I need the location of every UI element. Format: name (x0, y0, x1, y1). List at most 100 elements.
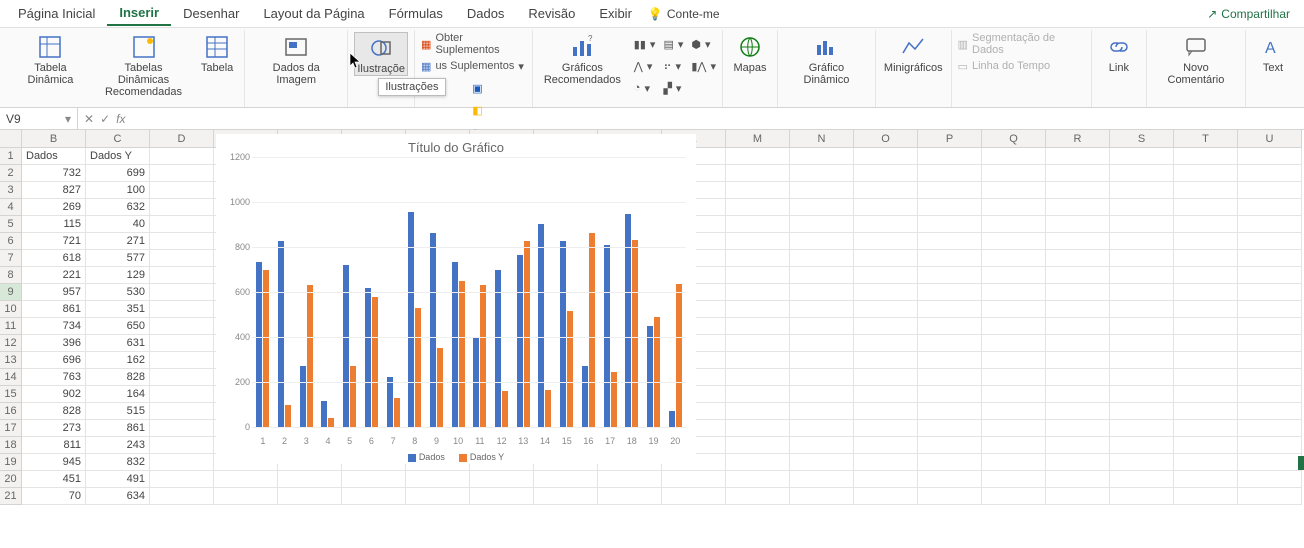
cell[interactable] (1174, 318, 1238, 335)
cell[interactable] (790, 284, 854, 301)
cell[interactable]: Dados Y (86, 148, 150, 165)
cell[interactable] (982, 454, 1046, 471)
cell[interactable] (726, 165, 790, 182)
chart-bar-series1[interactable] (365, 288, 371, 427)
column-header[interactable]: M (726, 130, 790, 148)
cell[interactable] (918, 454, 982, 471)
cell[interactable] (150, 352, 214, 369)
cell[interactable] (342, 471, 406, 488)
cell[interactable] (918, 335, 982, 352)
cell[interactable] (854, 420, 918, 437)
cell[interactable] (790, 318, 854, 335)
cell[interactable]: 577 (86, 250, 150, 267)
cell[interactable] (726, 250, 790, 267)
cell[interactable] (726, 318, 790, 335)
cell[interactable] (1046, 233, 1110, 250)
tab-draw[interactable]: Desenhar (171, 2, 251, 25)
cell[interactable] (790, 471, 854, 488)
chart-bar-series1[interactable] (387, 377, 393, 427)
cell[interactable] (1110, 454, 1174, 471)
cell[interactable] (1174, 488, 1238, 505)
cell[interactable] (150, 386, 214, 403)
cell[interactable] (1046, 437, 1110, 454)
cell[interactable] (1174, 148, 1238, 165)
cell[interactable] (726, 301, 790, 318)
cell[interactable] (1238, 454, 1302, 471)
maps-button[interactable]: Mapas (729, 32, 771, 74)
cell[interactable] (150, 318, 214, 335)
row-header[interactable]: 3 (0, 182, 22, 199)
cell[interactable] (1174, 267, 1238, 284)
cell[interactable]: 351 (86, 301, 150, 318)
cell[interactable] (854, 352, 918, 369)
column-header[interactable]: P (918, 130, 982, 148)
chart-bar-series1[interactable] (517, 255, 523, 427)
cell[interactable] (214, 471, 278, 488)
cell[interactable] (918, 301, 982, 318)
new-comment-button[interactable]: Novo Comentário (1153, 32, 1239, 86)
cell[interactable] (1174, 250, 1238, 267)
cell[interactable] (854, 301, 918, 318)
cell[interactable] (1110, 369, 1174, 386)
cell[interactable]: 861 (86, 420, 150, 437)
chart-bar-series1[interactable] (343, 265, 349, 427)
cell[interactable] (854, 165, 918, 182)
chart-map-menu[interactable]: ⬢▾ (691, 34, 716, 54)
cell[interactable] (726, 369, 790, 386)
tab-formulas[interactable]: Fórmulas (377, 2, 455, 25)
cell[interactable] (150, 199, 214, 216)
chart-bar-series1[interactable] (647, 326, 653, 427)
cell[interactable] (1174, 199, 1238, 216)
cell[interactable]: 530 (86, 284, 150, 301)
cell[interactable] (1238, 216, 1302, 233)
cell[interactable] (1110, 148, 1174, 165)
chart-bar-series1[interactable] (430, 233, 436, 427)
cell[interactable]: 957 (22, 284, 86, 301)
cell[interactable] (1046, 352, 1110, 369)
cell[interactable] (662, 488, 726, 505)
row-header[interactable]: 2 (0, 165, 22, 182)
row-header[interactable]: 7 (0, 250, 22, 267)
row-header[interactable]: 10 (0, 301, 22, 318)
text-button[interactable]: A Text (1252, 32, 1294, 74)
cell[interactable] (150, 488, 214, 505)
illustrations-button[interactable]: Ilustraçõe (354, 32, 408, 76)
chart-bar-series1[interactable] (604, 245, 610, 427)
recommended-charts-button[interactable]: ? Gráficos Recomendados (539, 32, 626, 86)
cell[interactable]: 861 (22, 301, 86, 318)
cell[interactable] (1238, 318, 1302, 335)
cell[interactable] (150, 250, 214, 267)
cell[interactable]: 162 (86, 352, 150, 369)
cell[interactable] (1238, 488, 1302, 505)
cell[interactable] (982, 250, 1046, 267)
chart-bar-series2[interactable] (263, 270, 269, 427)
cell[interactable] (918, 369, 982, 386)
cell[interactable] (726, 352, 790, 369)
cell[interactable] (1110, 318, 1174, 335)
cell[interactable] (1110, 199, 1174, 216)
cell[interactable] (470, 471, 534, 488)
cell[interactable] (1174, 233, 1238, 250)
pivot-table-button[interactable]: Tabela Dinâmica (10, 32, 91, 86)
row-header[interactable]: 9 (0, 284, 22, 301)
cell[interactable] (1046, 165, 1110, 182)
cell[interactable] (342, 488, 406, 505)
cell[interactable] (982, 216, 1046, 233)
cell[interactable] (982, 488, 1046, 505)
cell[interactable]: 634 (86, 488, 150, 505)
cell[interactable] (854, 471, 918, 488)
cell[interactable] (982, 420, 1046, 437)
cell[interactable] (790, 250, 854, 267)
row-header[interactable]: 15 (0, 386, 22, 403)
cell[interactable] (854, 369, 918, 386)
cell[interactable] (982, 182, 1046, 199)
column-header[interactable]: D (150, 130, 214, 148)
tab-view[interactable]: Exibir (587, 2, 644, 25)
cell[interactable]: 902 (22, 386, 86, 403)
cell[interactable] (918, 318, 982, 335)
cell[interactable] (1110, 471, 1174, 488)
cell[interactable] (278, 471, 342, 488)
cell[interactable] (726, 233, 790, 250)
cell[interactable] (598, 488, 662, 505)
row-header[interactable]: 12 (0, 335, 22, 352)
